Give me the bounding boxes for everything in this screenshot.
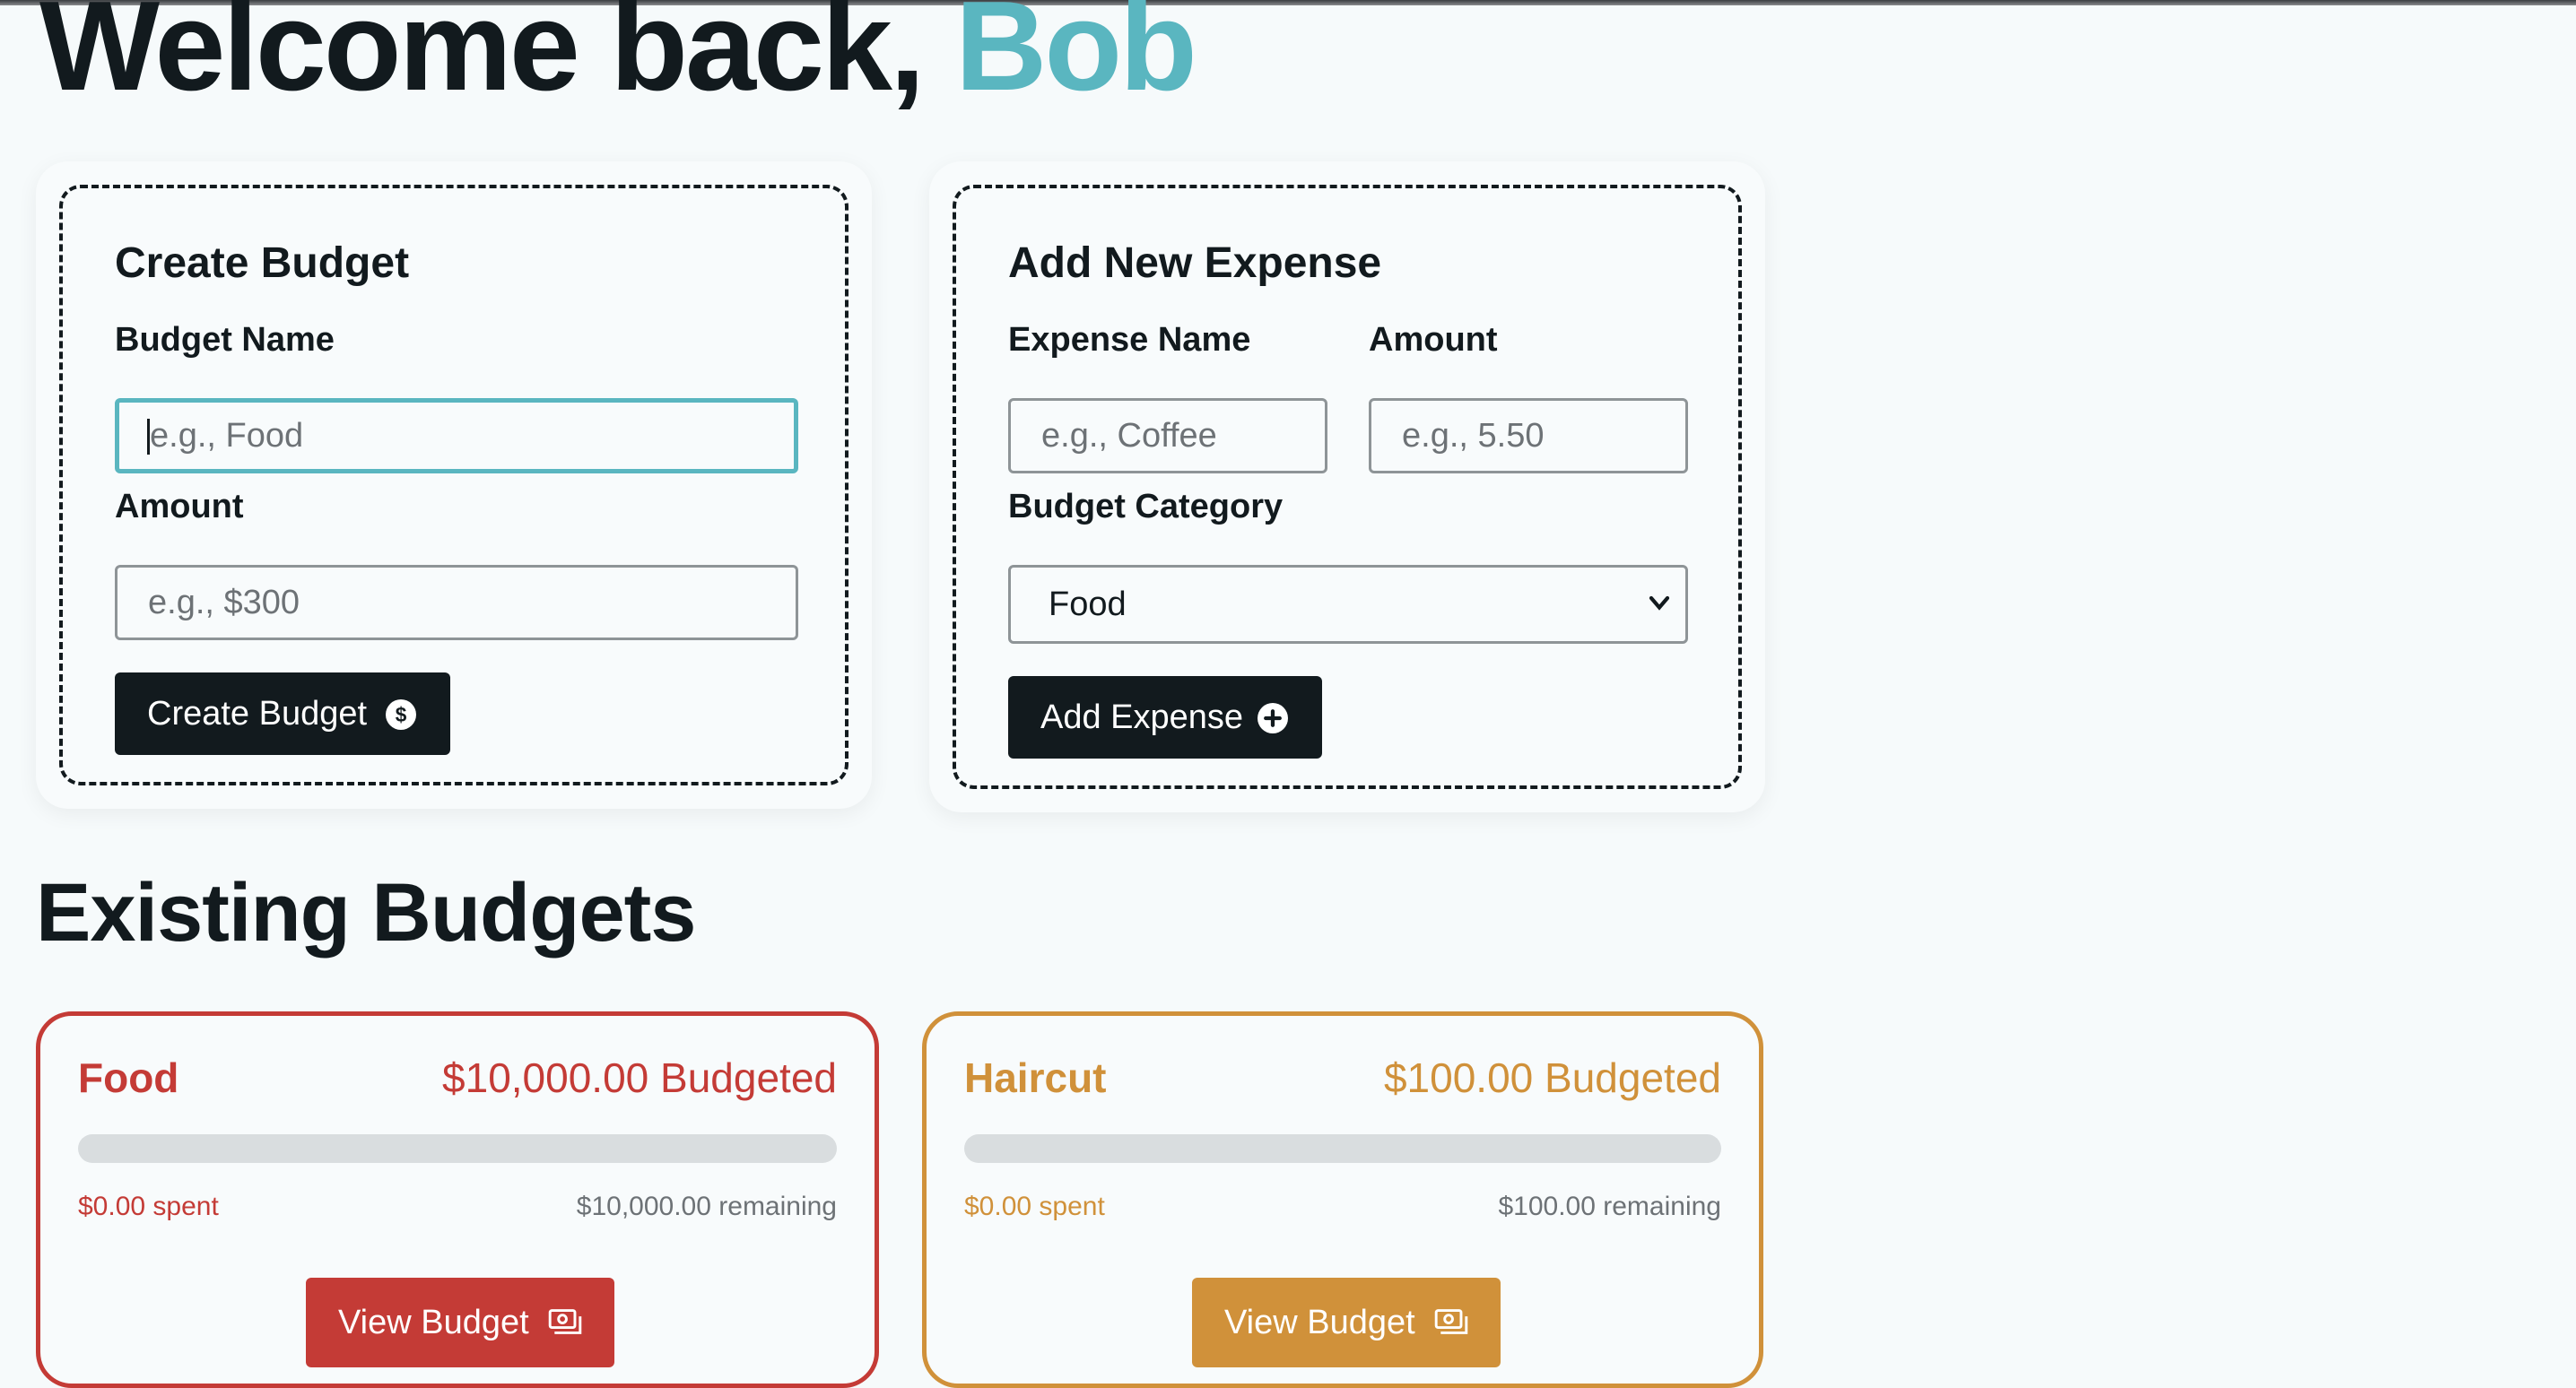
add-expense-card: Add New Expense Expense Name Amount Budg… bbox=[929, 161, 1765, 812]
banknotes-icon bbox=[1434, 1309, 1468, 1334]
plus-circle-icon bbox=[1258, 703, 1288, 733]
budget-amount-label: Amount bbox=[115, 488, 244, 525]
budget-spent: $0.00 spent bbox=[964, 1192, 1105, 1221]
greeting-text: Welcome back, bbox=[39, 0, 925, 117]
budget-category-selected: Food bbox=[1049, 585, 1127, 623]
budget-progress-bar bbox=[964, 1134, 1721, 1163]
view-budget-label: View Budget bbox=[338, 1303, 529, 1341]
budget-progress-bar bbox=[78, 1134, 837, 1163]
expense-amount-input[interactable] bbox=[1369, 398, 1688, 473]
expense-name-input[interactable] bbox=[1008, 398, 1327, 473]
budget-name: Food bbox=[78, 1054, 179, 1101]
add-expense-title: Add New Expense bbox=[1008, 239, 1382, 287]
add-expense-button-label: Add Expense bbox=[1040, 698, 1244, 736]
budget-category-select[interactable]: Food bbox=[1008, 565, 1688, 644]
create-budget-form: Create Budget Budget Name Amount Create … bbox=[59, 185, 849, 785]
budget-spent: $0.00 spent bbox=[78, 1192, 219, 1221]
add-expense-form: Add New Expense Expense Name Amount Budg… bbox=[953, 185, 1742, 789]
banknotes-icon bbox=[548, 1309, 582, 1334]
create-budget-button[interactable]: Create Budget $ bbox=[115, 672, 450, 755]
budget-amount: $10,000.00 Budgeted bbox=[442, 1054, 837, 1101]
create-budget-title: Create Budget bbox=[115, 239, 410, 287]
budget-card-food: Food $10,000.00 Budgeted $0.00 spent $10… bbox=[36, 1011, 879, 1388]
expense-amount-label: Amount bbox=[1369, 321, 1498, 359]
budget-amount: $100.00 Budgeted bbox=[1383, 1054, 1721, 1101]
budget-name-label: Budget Name bbox=[115, 321, 335, 359]
create-budget-button-label: Create Budget bbox=[147, 694, 368, 733]
existing-budgets-title: Existing Budgets bbox=[36, 867, 696, 959]
currency-dollar-circle-icon: $ bbox=[386, 699, 416, 730]
page-title: Welcome back, Bob bbox=[39, 0, 1197, 119]
budget-remaining: $100.00 remaining bbox=[1498, 1192, 1721, 1221]
create-budget-card: Create Budget Budget Name Amount Create … bbox=[36, 161, 872, 809]
budget-name-input[interactable] bbox=[115, 398, 798, 473]
budget-remaining: $10,000.00 remaining bbox=[576, 1192, 837, 1221]
view-budget-button-food[interactable]: View Budget bbox=[306, 1278, 614, 1367]
expense-name-label: Expense Name bbox=[1008, 321, 1251, 359]
add-expense-button[interactable]: Add Expense bbox=[1008, 676, 1322, 759]
budget-name: Haircut bbox=[964, 1054, 1107, 1101]
svg-text:$: $ bbox=[396, 703, 407, 726]
text-caret bbox=[147, 419, 150, 455]
budget-card-haircut: Haircut $100.00 Budgeted $0.00 spent $10… bbox=[922, 1011, 1763, 1388]
budget-category-label: Budget Category bbox=[1008, 488, 1284, 525]
view-budget-button-haircut[interactable]: View Budget bbox=[1192, 1278, 1501, 1367]
username: Bob bbox=[954, 0, 1197, 117]
view-budget-label: View Budget bbox=[1224, 1303, 1415, 1341]
budget-amount-input[interactable] bbox=[115, 565, 798, 640]
chevron-down-icon bbox=[1649, 595, 1670, 611]
